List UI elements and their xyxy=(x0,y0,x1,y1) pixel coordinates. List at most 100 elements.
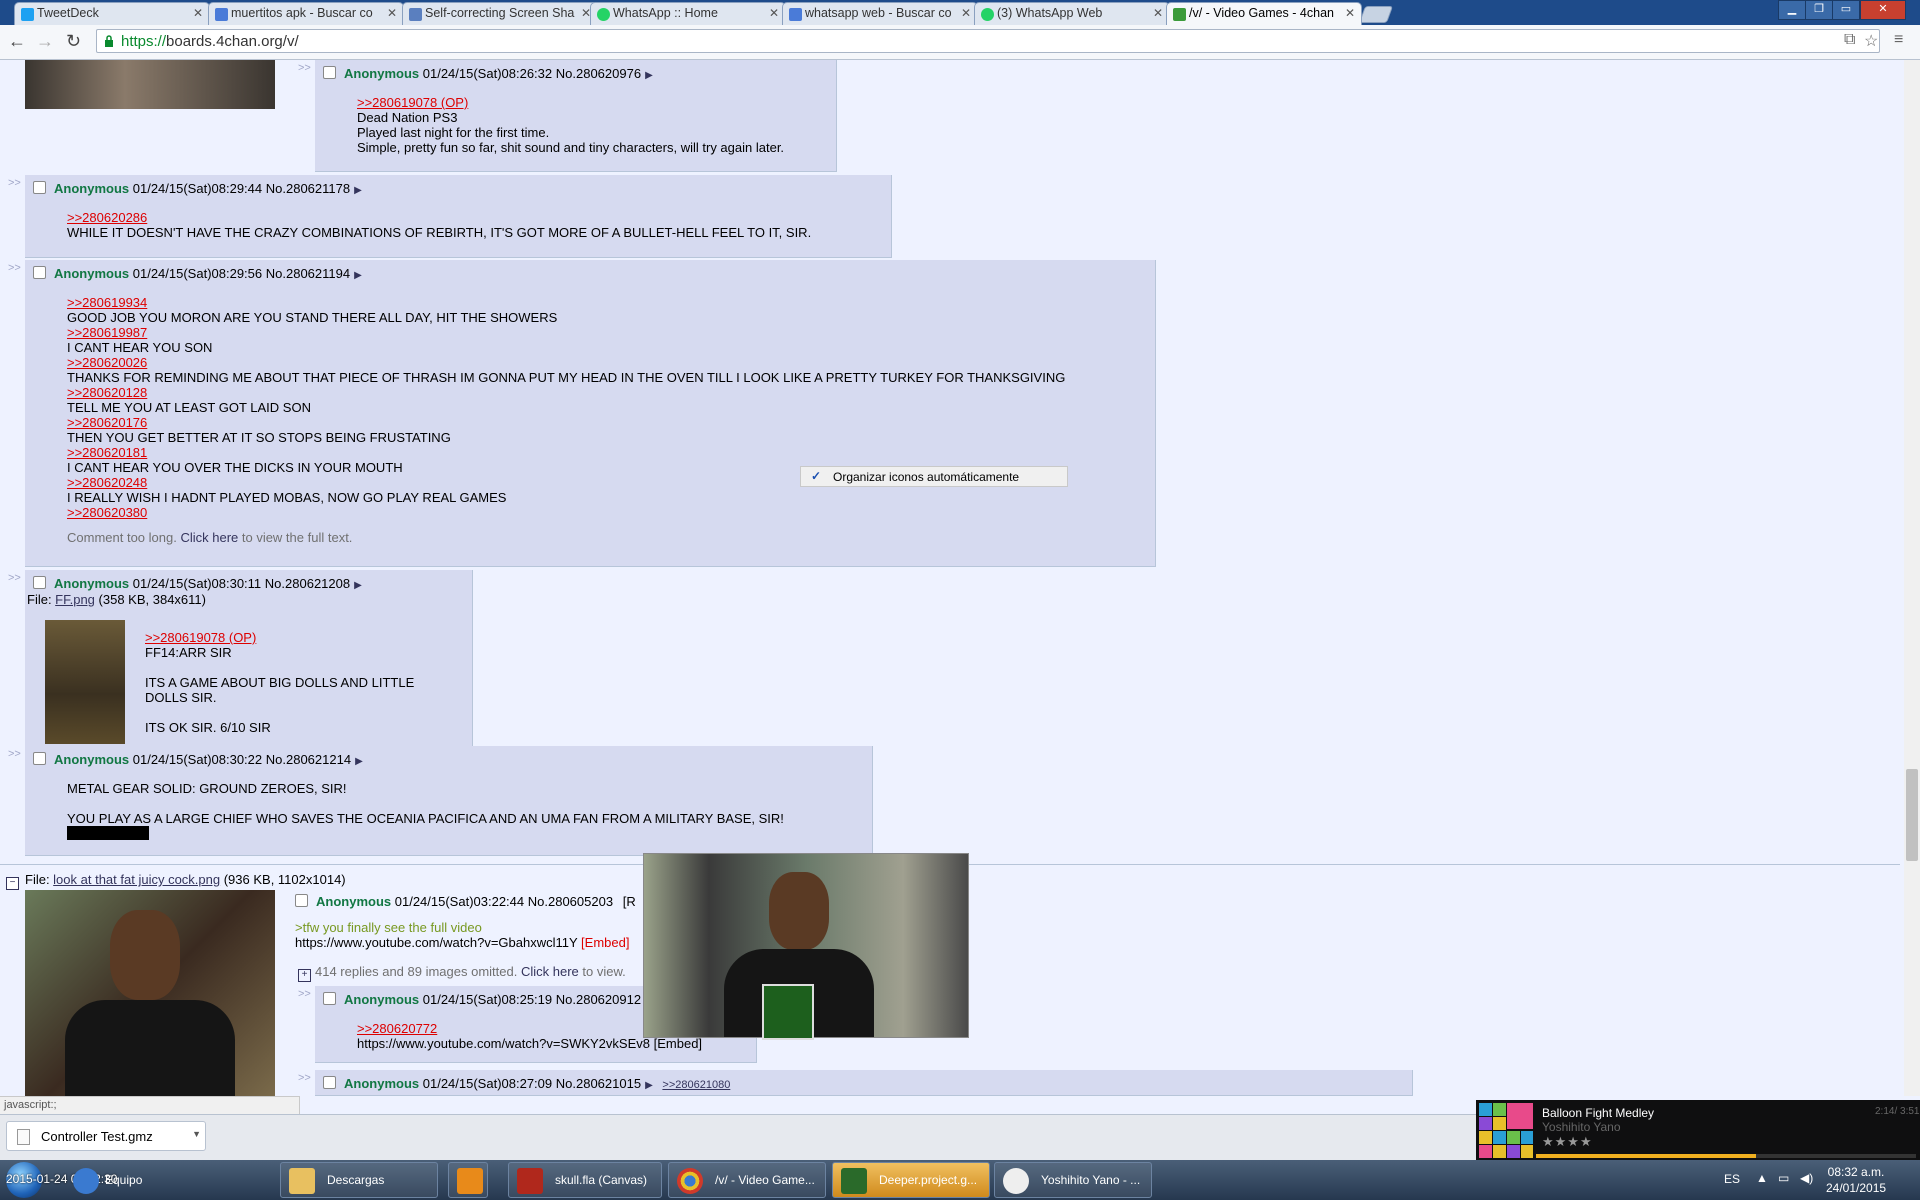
post-checkbox[interactable] xyxy=(33,181,46,194)
post-number[interactable]: No.280621178 xyxy=(266,181,350,196)
post-number[interactable]: No.280605203 xyxy=(528,894,613,909)
quote-link[interactable]: >>280620176 xyxy=(67,415,1147,430)
post-checkbox[interactable] xyxy=(323,1076,336,1089)
tab-muertitos[interactable]: muertitos apk - Buscar co ✕ xyxy=(208,2,404,25)
post-menu-icon[interactable]: ▶ xyxy=(354,580,362,591)
post-menu-icon[interactable]: ▶ xyxy=(645,1080,653,1091)
menu-icon[interactable]: ≡ xyxy=(1894,31,1903,49)
taskbar-descargas[interactable]: Descargas xyxy=(280,1162,438,1198)
post-number[interactable]: No.280621194 xyxy=(266,266,350,281)
taskbar-equipo[interactable]: Equipo xyxy=(68,1162,274,1198)
close-icon[interactable]: ✕ xyxy=(769,6,779,20)
back-arrow-icon[interactable]: ← xyxy=(8,31,26,52)
post-line: THEN YOU GET BETTER AT IT SO STOPS BEING… xyxy=(67,430,451,445)
expand-thread-icon[interactable]: + xyxy=(298,969,311,982)
quote-link[interactable]: >>280620181 xyxy=(67,445,1147,460)
dropdown-arrow-icon[interactable]: ▼ xyxy=(192,1129,201,1139)
show-hidden-icons-icon[interactable]: ▲ xyxy=(1756,1171,1768,1185)
close-icon[interactable]: ✕ xyxy=(961,6,971,20)
quote-link[interactable]: >>280620128 xyxy=(67,385,1147,400)
system-clock[interactable]: 08:32 a.m. 24/01/2015 xyxy=(1826,1164,1886,1196)
taskbar-chrome[interactable]: /v/ - Video Game... xyxy=(668,1162,826,1198)
close-icon[interactable]: ✕ xyxy=(387,6,397,20)
close-icon[interactable]: ✕ xyxy=(1153,6,1163,20)
post-checkbox[interactable] xyxy=(33,752,46,765)
file-link[interactable]: look at that fat juicy cock.png xyxy=(53,872,220,887)
maximize-button[interactable]: ▭ xyxy=(1832,0,1860,20)
op-thumbnail[interactable] xyxy=(25,890,275,1096)
lock-icon xyxy=(105,35,113,47)
volume-icon[interactable]: ◀) xyxy=(1800,1171,1813,1185)
minimize-button[interactable]: ▁ xyxy=(1778,0,1806,20)
tab-whatsapp-home[interactable]: WhatsApp :: Home ✕ xyxy=(590,2,786,25)
quote-link[interactable]: >>280619934 xyxy=(67,295,1147,310)
new-tab-button[interactable] xyxy=(1358,6,1394,23)
address-bar[interactable]: https://boards.4chan.org/v/ xyxy=(96,29,1880,53)
hide-thread-icon[interactable]: − xyxy=(6,877,19,890)
download-item[interactable]: Controller Test.gmz ▼ xyxy=(6,1121,206,1151)
tab-whatsapp-search[interactable]: whatsapp web - Buscar co ✕ xyxy=(782,2,978,25)
reload-icon[interactable]: ↻ xyxy=(66,31,81,52)
computer-icon xyxy=(73,1168,99,1194)
quote-link[interactable]: >>280619987 xyxy=(67,325,1147,340)
post-number[interactable]: No.280621015 xyxy=(556,1076,641,1091)
embed-button[interactable]: [Embed] xyxy=(654,1036,702,1051)
network-icon[interactable]: ▭ xyxy=(1778,1171,1789,1185)
post-thumbnail[interactable] xyxy=(45,620,125,744)
tab-whatsapp-web[interactable]: (3) WhatsApp Web ✕ xyxy=(974,2,1170,25)
translate-icon[interactable]: ⧉ xyxy=(1844,31,1855,49)
reply-post: Anonymous 01/24/15(Sat)08:29:56 No.28062… xyxy=(25,260,1156,567)
post-number[interactable]: No.280621208 xyxy=(265,576,350,591)
taskbar-flash[interactable]: skull.fla (Canvas) xyxy=(508,1162,662,1198)
forward-arrow-icon[interactable]: → xyxy=(36,31,54,52)
quote-link[interactable]: >>280620026 xyxy=(67,355,1147,370)
tab-self-correcting[interactable]: Self-correcting Screen Sha ✕ xyxy=(402,2,598,25)
vertical-scrollbar[interactable] xyxy=(1904,60,1920,1096)
rating-stars[interactable]: ★★★★ xyxy=(1542,1134,1593,1150)
post-checkbox[interactable] xyxy=(295,894,308,907)
embed-button[interactable]: [Embed] xyxy=(581,935,629,950)
post-checkbox[interactable] xyxy=(33,266,46,279)
post-checkbox[interactable] xyxy=(323,66,336,79)
quote-link[interactable]: >>280619078 (OP) xyxy=(145,630,414,645)
restore-button[interactable]: ❐ xyxy=(1805,0,1833,20)
post-menu-icon[interactable]: ▶ xyxy=(354,185,362,196)
arrange-icons-menu-item[interactable]: ✓ Organizar iconos automáticamente xyxy=(800,466,1068,487)
link-text[interactable]: https://www.youtube.com/watch?v=Gbahxwcl… xyxy=(295,935,577,950)
spoiler-text[interactable] xyxy=(67,826,149,840)
post-thumbnail[interactable] xyxy=(25,60,275,109)
post-menu-icon[interactable]: ▶ xyxy=(354,270,362,281)
post-checkbox[interactable] xyxy=(323,992,336,1005)
quote-link[interactable]: >>280620286 xyxy=(67,210,883,225)
progress-fill xyxy=(1536,1154,1757,1158)
taskbar-music[interactable]: Yoshihito Yano - ... xyxy=(994,1162,1152,1198)
taskbar-media-player[interactable] xyxy=(448,1162,488,1198)
tab-4chan-v[interactable]: /v/ - Video Games - 4chan ✕ xyxy=(1166,2,1362,25)
close-icon[interactable]: ✕ xyxy=(193,6,203,20)
file-link[interactable]: FF.png xyxy=(55,592,95,607)
post-menu-icon[interactable]: ▶ xyxy=(355,756,363,767)
post-number[interactable]: No.280621214 xyxy=(266,752,351,767)
bookmark-star-icon[interactable]: ☆ xyxy=(1864,31,1878,51)
click-here-link[interactable]: Click here xyxy=(521,964,579,979)
reply-link[interactable]: [R xyxy=(623,894,636,909)
scrollbar-thumb[interactable] xyxy=(1906,769,1918,861)
progress-bar[interactable] xyxy=(1536,1154,1916,1158)
click-here-link[interactable]: Click here xyxy=(180,530,238,545)
quote-link[interactable]: >>280620380 xyxy=(67,505,1147,520)
post-checkbox[interactable] xyxy=(33,576,46,589)
backlink[interactable]: >>280621080 xyxy=(662,1079,730,1091)
tab-title: TweetDeck xyxy=(37,6,99,20)
quote-link[interactable]: >>280619078 (OP) xyxy=(357,95,828,110)
tab-tweetdeck[interactable]: TweetDeck ✕ xyxy=(14,2,210,25)
taskbar-gamemaker[interactable]: Deeper.project.g... xyxy=(832,1162,990,1198)
post-number[interactable]: No.280620912 xyxy=(556,992,641,1007)
post-date: 01/24/15(Sat)03:22:44 xyxy=(394,894,525,909)
post-number[interactable]: No.280620976 xyxy=(556,66,641,81)
close-window-button[interactable]: ✕ xyxy=(1860,0,1906,20)
language-indicator[interactable]: ES xyxy=(1724,1172,1740,1186)
close-icon[interactable]: ✕ xyxy=(1345,6,1355,20)
post-menu-icon[interactable]: ▶ xyxy=(645,70,653,81)
post-line: ITS OK SIR. 6/10 SIR xyxy=(145,720,271,735)
link-text[interactable]: https://www.youtube.com/watch?v=SWKY2vkS… xyxy=(357,1036,650,1051)
